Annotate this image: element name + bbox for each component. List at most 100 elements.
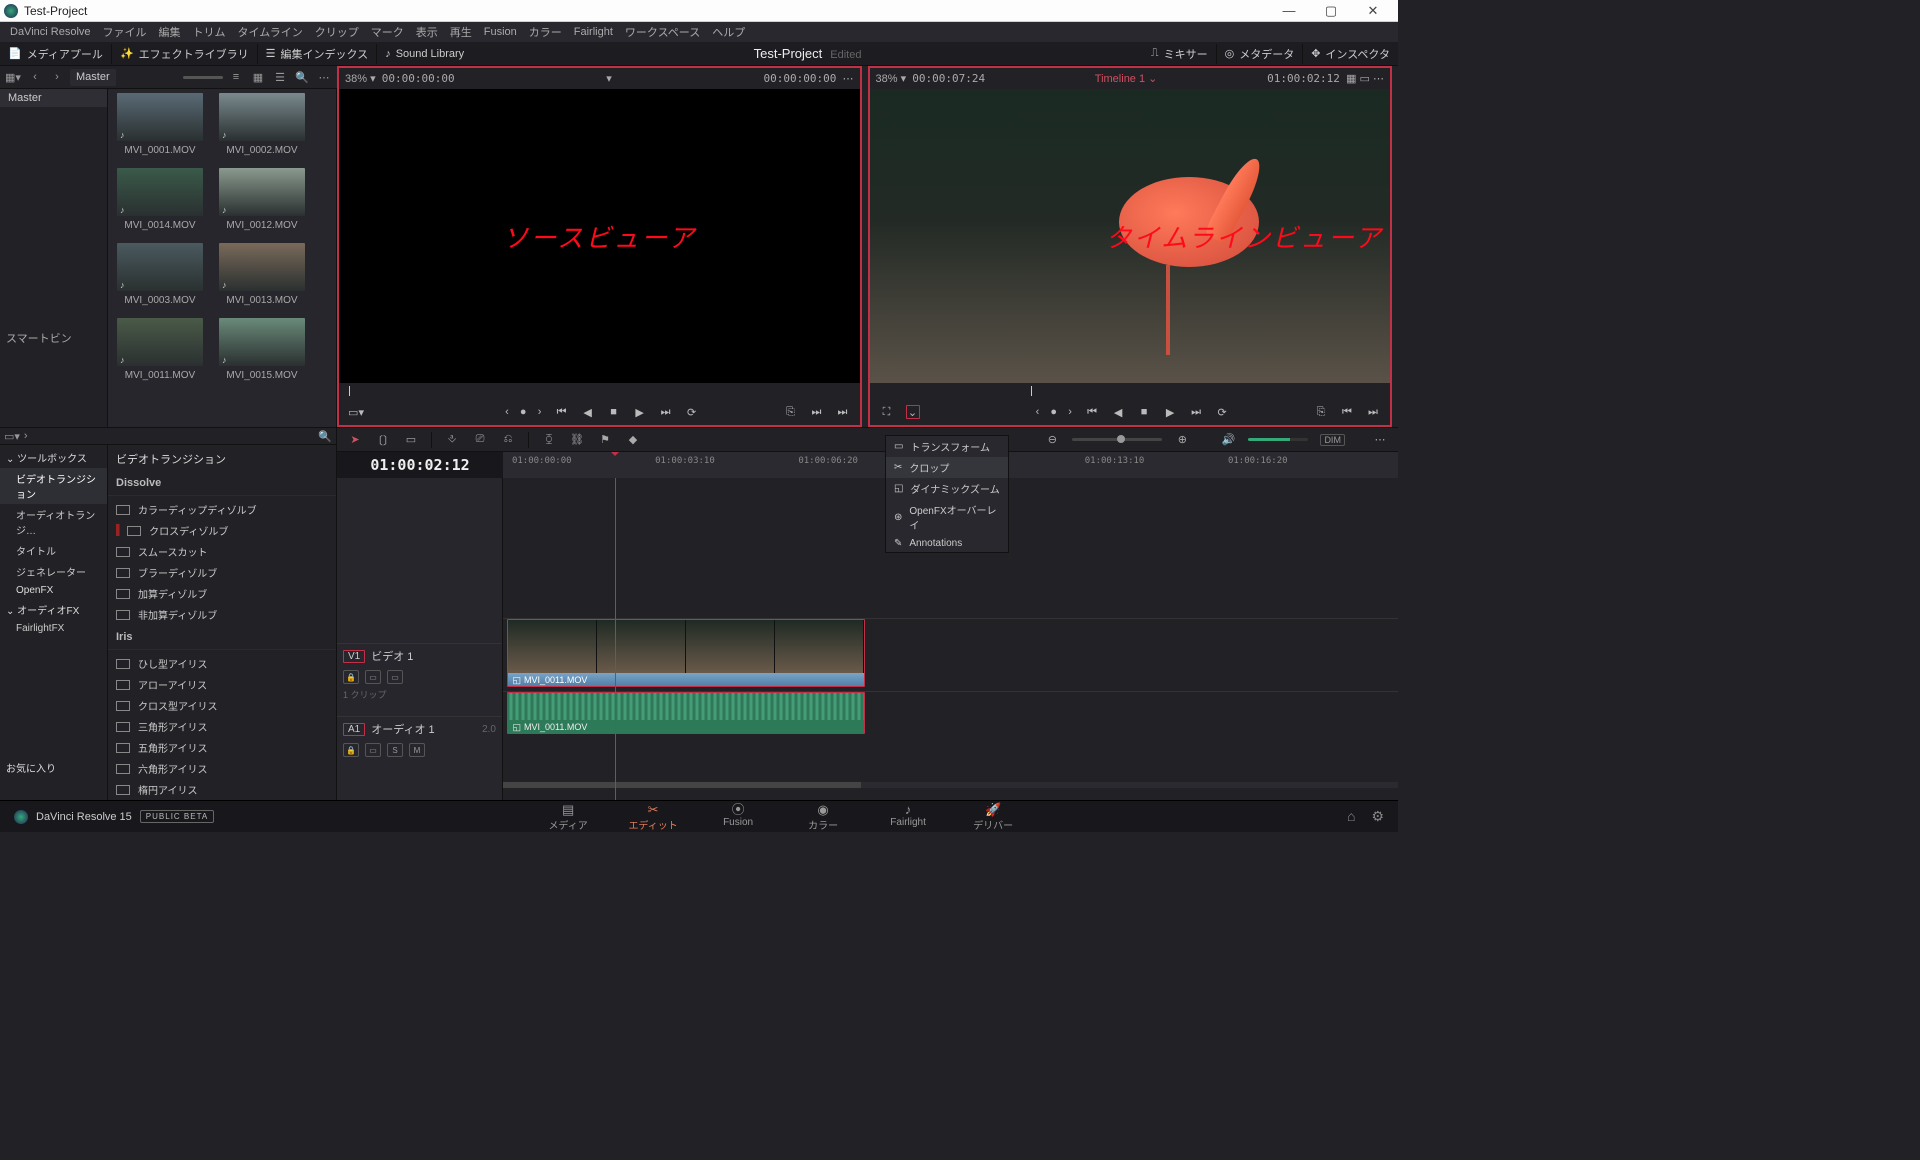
cat-generators[interactable]: ジェネレーター bbox=[0, 561, 107, 582]
page-fusion[interactable]: ⦿Fusion bbox=[696, 802, 781, 832]
video-clip[interactable]: ◱MVI_0011.MOV bbox=[507, 619, 865, 687]
bin-master[interactable]: Master bbox=[0, 89, 107, 107]
search-icon[interactable]: 🔍 bbox=[293, 68, 311, 86]
maximize-button[interactable]: ▢ bbox=[1310, 3, 1352, 19]
thumb-size-slider[interactable] bbox=[183, 76, 223, 79]
audio-track-header[interactable]: A1オーディオ 12.0 🔒▭SM bbox=[337, 716, 502, 764]
cat-video-trans[interactable]: ビデオトランジション bbox=[0, 468, 107, 504]
fx-item[interactable]: ブラーディゾルブ bbox=[108, 562, 336, 583]
list-icon[interactable]: ☰ bbox=[271, 68, 289, 86]
breadcrumb[interactable]: Master bbox=[70, 69, 116, 86]
marker-icon[interactable]: ◆ bbox=[625, 432, 641, 448]
fx-item[interactable]: 三角形アイリス bbox=[108, 716, 336, 737]
cat-toolbox[interactable]: ⌄ ツールボックス bbox=[0, 447, 107, 468]
step-back-icon[interactable]: ◀ bbox=[1111, 405, 1125, 419]
nav-first-icon[interactable]: ‹ bbox=[500, 405, 514, 419]
match-frame-icon[interactable]: ▭▾ bbox=[349, 405, 363, 419]
overwrite-icon[interactable]: ⏭ bbox=[810, 405, 824, 419]
popup-openfx[interactable]: ⊛OpenFXオーバーレイ bbox=[886, 499, 1008, 535]
fx-item[interactable]: 五角形アイリス bbox=[108, 737, 336, 758]
step-back-icon[interactable]: ◀ bbox=[581, 405, 595, 419]
menu-item[interactable]: ヘルプ bbox=[706, 24, 751, 40]
menu-item[interactable]: Fairlight bbox=[568, 26, 619, 38]
page-color[interactable]: ◉カラー bbox=[781, 802, 866, 832]
fx-item[interactable]: クロス型アイリス bbox=[108, 695, 336, 716]
thumbs-icon[interactable]: ▦ bbox=[249, 68, 267, 86]
sort-icon[interactable]: ≡ bbox=[227, 68, 245, 86]
home-icon[interactable]: ⌂ bbox=[1347, 808, 1355, 825]
video-track-header[interactable]: V1ビデオ 1 🔒▭▭ 1 クリップ bbox=[337, 643, 502, 716]
go-last-icon[interactable]: ⏭ bbox=[1366, 405, 1380, 419]
page-edit[interactable]: ✂エディット bbox=[611, 802, 696, 832]
options-icon[interactable]: ⋯ bbox=[843, 72, 854, 85]
append-icon[interactable]: ⏭ bbox=[836, 405, 850, 419]
popup-annotations[interactable]: ✎Annotations bbox=[886, 535, 1008, 552]
record-arm-icon[interactable]: ▭ bbox=[365, 743, 381, 757]
replace-clip-icon[interactable]: ⎌ bbox=[500, 432, 516, 448]
source-scrubber[interactable] bbox=[339, 383, 860, 399]
nav-fwd-icon[interactable]: › bbox=[48, 68, 66, 86]
trim-tool-icon[interactable]: 〔〕 bbox=[375, 432, 391, 448]
fx-item[interactable]: カラーディップディゾルブ bbox=[108, 499, 336, 520]
sound-lib-toggle[interactable]: ♪ Sound Library bbox=[377, 42, 472, 66]
menu-item[interactable]: Fusion bbox=[478, 26, 523, 38]
cat-fairlightfx[interactable]: FairlightFX bbox=[0, 620, 107, 637]
play-icon[interactable]: ▶ bbox=[1163, 405, 1177, 419]
arrow-tool-icon[interactable]: ➤ bbox=[347, 432, 363, 448]
menu-item[interactable]: クリップ bbox=[309, 24, 365, 40]
zoom-slider[interactable] bbox=[1072, 438, 1162, 441]
menu-item[interactable]: 再生 bbox=[444, 24, 478, 40]
cat-favorites[interactable]: お気に入り bbox=[0, 757, 107, 778]
effects-lib-toggle[interactable]: ✨ エフェクトライブラリ bbox=[112, 42, 257, 66]
first-frame-icon[interactable]: ⏮ bbox=[555, 405, 569, 419]
popup-transform[interactable]: ▭トランスフォーム bbox=[886, 436, 1008, 457]
fx-item[interactable]: アローアイリス bbox=[108, 674, 336, 695]
timeline-name[interactable]: Timeline 1 bbox=[1095, 73, 1145, 85]
program-scrubber[interactable] bbox=[870, 383, 1391, 399]
bin-list-icon[interactable]: ▦▾ bbox=[4, 68, 22, 86]
menu-item[interactable]: 編集 bbox=[153, 24, 187, 40]
dim-button[interactable]: DIM bbox=[1320, 434, 1345, 446]
tl-options-icon[interactable]: ⋯ bbox=[1372, 432, 1388, 448]
fx-item[interactable]: ひし型アイリス bbox=[108, 653, 336, 674]
menu-item[interactable]: タイムライン bbox=[232, 24, 309, 40]
lock-icon[interactable]: 🔒 bbox=[343, 743, 359, 757]
mute-button[interactable]: M bbox=[409, 743, 425, 757]
display-mode-icon[interactable]: ▭ bbox=[387, 670, 403, 684]
stop-icon[interactable]: ■ bbox=[607, 405, 621, 419]
volume-icon[interactable]: 🔊 bbox=[1220, 432, 1236, 448]
menu-item[interactable]: カラー bbox=[523, 24, 568, 40]
scopes-icon[interactable]: ▦ bbox=[1346, 72, 1356, 85]
loop-icon[interactable]: ⟳ bbox=[685, 405, 699, 419]
menu-item[interactable]: トリム bbox=[187, 24, 232, 40]
clip-thumbnail[interactable]: MVI_0002.MOV bbox=[212, 91, 312, 164]
step-fwd-icon[interactable]: ⏭ bbox=[659, 405, 673, 419]
fx-item[interactable]: 六角形アイリス bbox=[108, 758, 336, 779]
nav-back-icon[interactable]: ‹ bbox=[26, 68, 44, 86]
clip-thumbnail[interactable]: MVI_0012.MOV bbox=[212, 166, 312, 239]
clip-thumbnail[interactable]: MVI_0003.MOV bbox=[110, 241, 210, 314]
blade-tool-icon[interactable]: ▭ bbox=[403, 432, 419, 448]
fx-item[interactable]: 加算ディゾルブ bbox=[108, 583, 336, 604]
cat-titles[interactable]: タイトル bbox=[0, 540, 107, 561]
clip-thumbnail[interactable]: MVI_0011.MOV bbox=[110, 316, 210, 389]
overlay-menu-button[interactable]: ⌄ bbox=[906, 405, 920, 419]
fx-item[interactable]: 非加算ディゾルブ bbox=[108, 604, 336, 625]
insert-clip-icon[interactable]: ⎀ bbox=[444, 432, 460, 448]
play-icon[interactable]: ▶ bbox=[633, 405, 647, 419]
popup-dynamic-zoom[interactable]: ◱ダイナミックズーム bbox=[886, 478, 1008, 499]
zoom-in-icon[interactable]: ⊕ bbox=[1174, 432, 1190, 448]
cat-audio-trans[interactable]: オーディオトランジ… bbox=[0, 504, 107, 540]
close-button[interactable]: ✕ bbox=[1352, 3, 1394, 19]
clip-thumbnail[interactable]: MVI_0013.MOV bbox=[212, 241, 312, 314]
expand-icon[interactable]: ▭ bbox=[1360, 72, 1370, 85]
settings-icon[interactable]: ⚙ bbox=[1371, 808, 1384, 825]
page-deliver[interactable]: 🚀デリバー bbox=[951, 802, 1036, 832]
fx-item[interactable]: スムースカット bbox=[108, 541, 336, 562]
clip-thumbnail[interactable]: MVI_0001.MOV bbox=[110, 91, 210, 164]
zoom-level[interactable]: 38% bbox=[876, 73, 898, 85]
clip-thumbnail[interactable]: MVI_0015.MOV bbox=[212, 316, 312, 389]
auto-select-icon[interactable]: ▭ bbox=[365, 670, 381, 684]
transform-icon[interactable]: ⛶ bbox=[880, 405, 894, 419]
clip-thumbnail[interactable]: MVI_0014.MOV bbox=[110, 166, 210, 239]
